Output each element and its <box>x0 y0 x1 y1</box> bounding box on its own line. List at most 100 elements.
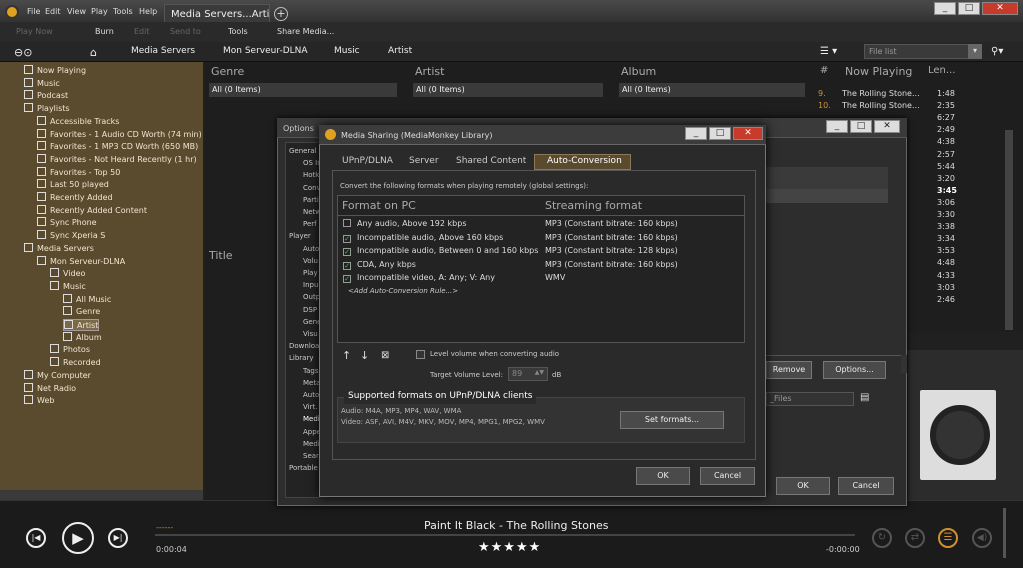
maximize-button[interactable]: □ <box>958 2 980 15</box>
mediamonkey-logo-icon[interactable] <box>5 5 19 19</box>
options-remove-button[interactable]: Remove <box>766 361 812 379</box>
rating-stars[interactable]: ★★★★★ <box>478 540 541 555</box>
sidebar-item[interactable]: Media Servers <box>24 242 94 253</box>
conversion-rule[interactable]: ✓ CDA, Any kbps <box>343 260 416 270</box>
close-button[interactable]: ✕ <box>982 2 1018 15</box>
conversion-rule[interactable]: ✓ Incompatible video, A: Any; V: Any <box>343 273 495 283</box>
options-category[interactable]: DSP <box>303 306 319 314</box>
sharing-ok-button[interactable]: OK <box>636 467 690 485</box>
options-category[interactable]: Netw <box>303 208 319 216</box>
options-category[interactable]: Appe <box>303 428 319 436</box>
tab-server[interactable]: Server <box>409 156 439 166</box>
options-category[interactable]: Parti <box>303 196 319 204</box>
options-options-button[interactable]: Options... <box>823 361 886 379</box>
np-length-header[interactable]: Len... <box>928 65 955 81</box>
sidebar-item[interactable]: Favorites - Not Heard Recently (1 hr) <box>37 153 197 164</box>
album-all-items[interactable]: All (0 Items) <box>619 83 805 97</box>
album-column-header[interactable]: Album <box>621 65 656 81</box>
options-category[interactable]: Library <box>289 354 319 362</box>
next-icon[interactable]: ▶| <box>108 528 128 548</box>
stream-column-header[interactable]: Streaming format <box>545 199 642 212</box>
volume-slider[interactable] <box>1003 508 1006 558</box>
menu-play[interactable]: Play <box>91 7 108 16</box>
options-category[interactable]: Inpu <box>303 281 319 289</box>
add-tab-icon[interactable]: + <box>274 7 288 21</box>
menu-tools[interactable]: Tools <box>113 7 133 16</box>
options-category[interactable]: General <box>289 147 319 155</box>
conversion-rule[interactable]: ✓ Incompatible audio, Above 160 kbps <box>343 233 503 243</box>
options-category[interactable]: Auto <box>303 391 319 399</box>
options-close-button[interactable]: ✕ <box>874 120 900 133</box>
options-category[interactable]: Outp <box>303 293 319 301</box>
back-icon[interactable]: ⊖⊙ <box>14 46 32 59</box>
rule-checkbox[interactable]: ✓ <box>343 261 351 270</box>
sidebar-item[interactable]: Video <box>50 268 85 278</box>
play-now-button[interactable]: Play Now <box>16 27 53 36</box>
options-category[interactable]: Volu <box>303 257 319 265</box>
sidebar-item[interactable]: Genre <box>63 306 100 316</box>
sidebar-item[interactable]: Album <box>63 331 102 342</box>
previous-icon[interactable]: |◀ <box>26 528 46 548</box>
options-category[interactable]: Perf <box>303 220 319 228</box>
spinner-icon[interactable]: ▲▼ <box>535 369 544 376</box>
options-category[interactable]: Portable <box>289 464 319 472</box>
options-category[interactable]: Conv <box>303 184 319 192</box>
sidebar-item[interactable]: Music <box>50 280 86 291</box>
sidebar-item[interactable]: Recorded <box>50 357 101 367</box>
add-rule-link[interactable]: <Add Auto-Conversion Rule...> <box>348 287 458 295</box>
rule-checkbox[interactable]: ✓ <box>343 248 351 256</box>
sidebar-item[interactable]: Net Radio <box>24 382 76 393</box>
np-scrollbar[interactable] <box>1005 130 1013 330</box>
options-category[interactable]: Gene <box>303 318 319 326</box>
options-category[interactable]: Tags <box>303 367 319 375</box>
list-view-icon[interactable]: ☰ ▾ <box>820 46 837 57</box>
options-category[interactable]: Meta <box>303 379 319 387</box>
burn-button[interactable]: Burn <box>95 27 114 36</box>
artist-all-items[interactable]: All (0 Items) <box>413 83 603 97</box>
sidebar-item[interactable]: Playlists <box>24 103 70 113</box>
options-category[interactable]: Hotk <box>303 171 319 179</box>
sidebar-item[interactable]: Now Playing <box>24 65 86 75</box>
breadcrumb-server[interactable]: Mon Serveur-DLNA <box>223 46 308 56</box>
sidebar-item[interactable]: Web <box>24 395 54 405</box>
sidebar-item[interactable]: Podcast <box>24 90 68 100</box>
options-category[interactable]: Visu <box>303 330 319 338</box>
sidebar-item[interactable]: Recently Added Content <box>37 204 147 215</box>
sharing-minimize-button[interactable]: _ <box>685 127 707 140</box>
menu-edit[interactable]: Edit <box>45 7 61 16</box>
sidebar-item[interactable]: Recently Added <box>37 192 113 202</box>
sidebar-item[interactable]: Favorites - 1 MP3 CD Worth (650 MB) <box>37 141 198 151</box>
menu-view[interactable]: View <box>67 7 86 16</box>
repeat-icon[interactable]: ↻ <box>872 528 892 548</box>
tab-shared-content[interactable]: Shared Content <box>456 156 526 166</box>
delete-rule-icon[interactable]: ⊠ <box>381 350 389 361</box>
sidebar-item[interactable]: Favorites - 1 Audio CD Worth (74 min) <box>37 128 202 139</box>
options-browse-icon[interactable]: ▤ <box>860 392 869 403</box>
move-down-icon[interactable]: ↓ <box>360 349 369 362</box>
breadcrumb-artist[interactable]: Artist <box>388 46 412 56</box>
seek-bar[interactable] <box>155 534 855 536</box>
options-category[interactable]: Auto <box>303 245 319 253</box>
options-list-row[interactable] <box>766 189 888 203</box>
options-category[interactable]: Player <box>289 232 319 240</box>
np-row[interactable]: 9. The Rolling Stone... <box>818 89 920 98</box>
artist-column-header[interactable]: Artist <box>415 65 444 81</box>
move-up-icon[interactable]: ↑ <box>342 349 351 362</box>
np-title-header[interactable]: Now Playing <box>845 65 912 81</box>
tools-button[interactable]: Tools <box>228 27 248 36</box>
menu-help[interactable]: Help <box>139 7 157 16</box>
sidebar-item[interactable]: My Computer <box>24 369 91 380</box>
sidebar-item[interactable]: Favorites - Top 50 <box>37 166 120 177</box>
sidebar-item[interactable]: Music <box>24 77 60 88</box>
genre-all-items[interactable]: All (0 Items) <box>209 83 397 97</box>
np-row[interactable]: 10. The Rolling Stone... <box>818 101 920 110</box>
breadcrumb-media-servers[interactable]: Media Servers <box>131 46 195 56</box>
options-cancel-button[interactable]: Cancel <box>838 477 894 495</box>
options-maximize-button[interactable]: □ <box>850 120 872 133</box>
rule-checkbox[interactable]: ✓ <box>343 234 351 243</box>
options-category[interactable]: OS In <box>303 159 319 167</box>
sidebar-item[interactable]: Sync Xperia S <box>37 230 105 240</box>
search-icon[interactable]: ⚲▾ <box>991 46 1003 57</box>
volume-icon[interactable]: ◀) <box>972 528 992 548</box>
target-volume-input[interactable]: 89 ▲▼ <box>508 367 548 381</box>
